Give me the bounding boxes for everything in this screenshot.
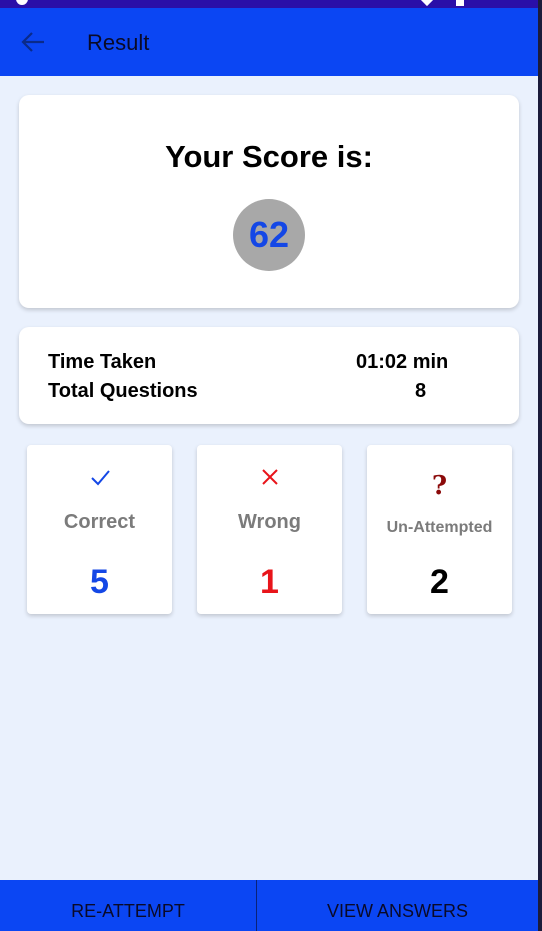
score-card: Your Score is: 62 [19,95,519,308]
wrong-count: 1 [260,563,279,601]
summary-card: Time Taken 01:02 min Total Questions 8 [19,327,519,424]
bottom-action-bar: RE-ATTEMPT VIEW ANSWERS [0,880,538,931]
wifi-icon [419,0,435,7]
arrow-left-icon[interactable] [20,30,46,54]
wrong-card: Wrong 1 [197,445,342,614]
check-icon [27,465,172,493]
wrong-label: Wrong [238,511,301,533]
correct-card: Correct 5 [27,445,172,614]
unattempted-label: Un-Attempted [386,519,493,536]
score-badge: 62 [233,199,305,271]
status-bar [0,0,542,8]
re-attempt-button[interactable]: RE-ATTEMPT [0,880,256,931]
app-bar: Result [0,8,538,76]
screen-edge [538,0,542,931]
unattempted-card: ? Un-Attempted 2 [367,445,512,614]
time-taken-label: Time Taken [48,351,157,373]
battery-icon [456,0,464,6]
page-title: Result [87,30,150,55]
correct-count: 5 [90,563,109,601]
view-answers-button[interactable]: VIEW ANSWERS [257,880,538,931]
notification-dot-icon [16,0,28,5]
time-taken-value: 01:02 min [356,351,449,373]
score-title: Your Score is: [165,139,373,174]
unattempted-count: 2 [430,563,449,601]
correct-label: Correct [63,511,136,533]
close-icon [197,465,342,493]
total-questions-value: 8 [415,380,427,402]
total-questions-label: Total Questions [48,380,198,402]
question-icon: ? [431,471,448,501]
